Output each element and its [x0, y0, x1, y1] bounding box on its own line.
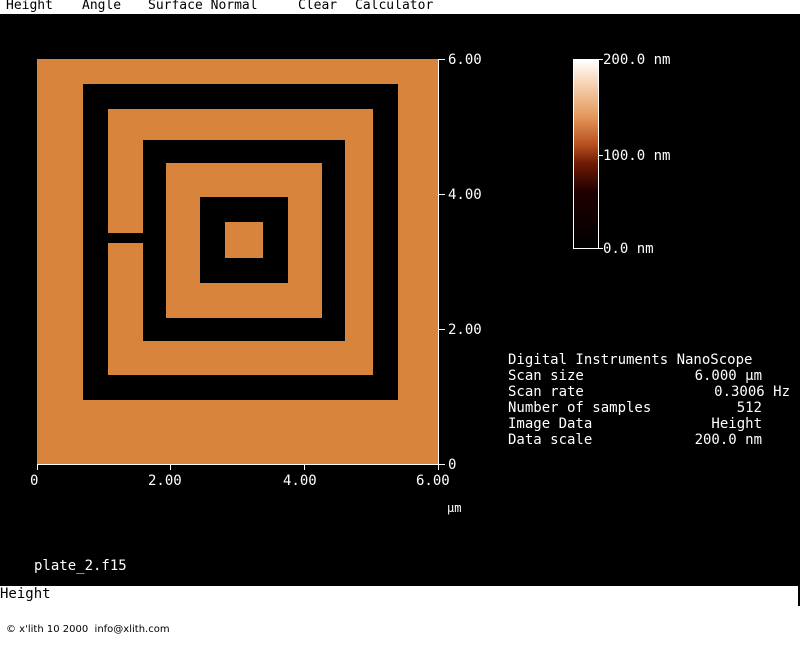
x-axis-unit: µm — [447, 501, 462, 515]
y-tick-label: 4.00 — [448, 187, 482, 203]
y-tick-label: 2.00 — [448, 322, 482, 338]
afm-height-image[interactable] — [37, 59, 438, 464]
x-tick — [170, 464, 171, 470]
image-data-label: Image Data — [508, 416, 593, 432]
menu-item-height[interactable]: Height — [6, 0, 53, 12]
y-tick — [438, 329, 445, 330]
menu-item-angle[interactable]: Angle — [82, 0, 121, 12]
image-data-value: Height — [711, 416, 762, 432]
samples-value: 512 — [736, 400, 762, 416]
colorbar-min-label: 0.0 nm — [603, 241, 654, 257]
y-tick — [438, 464, 445, 465]
y-tick-label: 0 — [448, 457, 457, 473]
x-tick — [37, 464, 38, 470]
outer-trench-break — [137, 375, 197, 400]
x-tick-label: 0 — [30, 473, 39, 489]
scan-info-title: Digital Instruments NanoScope — [508, 352, 753, 368]
height-color-scale — [573, 59, 599, 249]
file-name: plate_2.f15 — [34, 558, 127, 574]
x-tick — [438, 464, 439, 470]
y-axis-line — [438, 59, 439, 465]
x-tick-label: 4.00 — [283, 473, 317, 489]
data-scale-label: Data scale — [508, 432, 593, 448]
y-tick-label: 6.00 — [448, 52, 482, 68]
samples-label: Number of samples — [508, 400, 652, 416]
scan-rate-value: 0.3006 Hz — [714, 384, 790, 400]
x-tick-label: 2.00 — [148, 473, 182, 489]
spiral-connector — [108, 233, 143, 243]
menu-item-calculator[interactable]: Calculator — [355, 0, 433, 12]
copyright-notice: © x'lith 10 2000 info@xlith.com — [6, 624, 170, 635]
x-tick-label: 6.00 — [416, 473, 450, 489]
y-tick — [438, 59, 445, 60]
scan-info-panel: Digital Instruments NanoScope Scan size … — [508, 352, 790, 452]
scan-rate-label: Scan rate — [508, 384, 584, 400]
x-axis-line — [37, 464, 439, 465]
scan-size-label: Scan size — [508, 368, 584, 384]
scan-size-value: 6.000 µm — [694, 368, 762, 384]
x-tick — [304, 464, 305, 470]
status-text: Height — [0, 586, 51, 602]
status-bar: Height — [0, 586, 800, 606]
menu-item-surface-normal[interactable]: Surface Normal — [148, 0, 258, 12]
colorbar-mid-label: 100.0 nm — [603, 148, 671, 164]
menu-bar: Height Angle Surface Normal Clear Calcul… — [0, 0, 800, 14]
inner-trench — [200, 197, 288, 283]
colorbar-max-label: 200.0 nm — [603, 52, 671, 68]
y-tick — [438, 194, 445, 195]
menu-item-clear[interactable]: Clear — [298, 0, 337, 12]
data-scale-value: 200.0 nm — [694, 432, 762, 448]
